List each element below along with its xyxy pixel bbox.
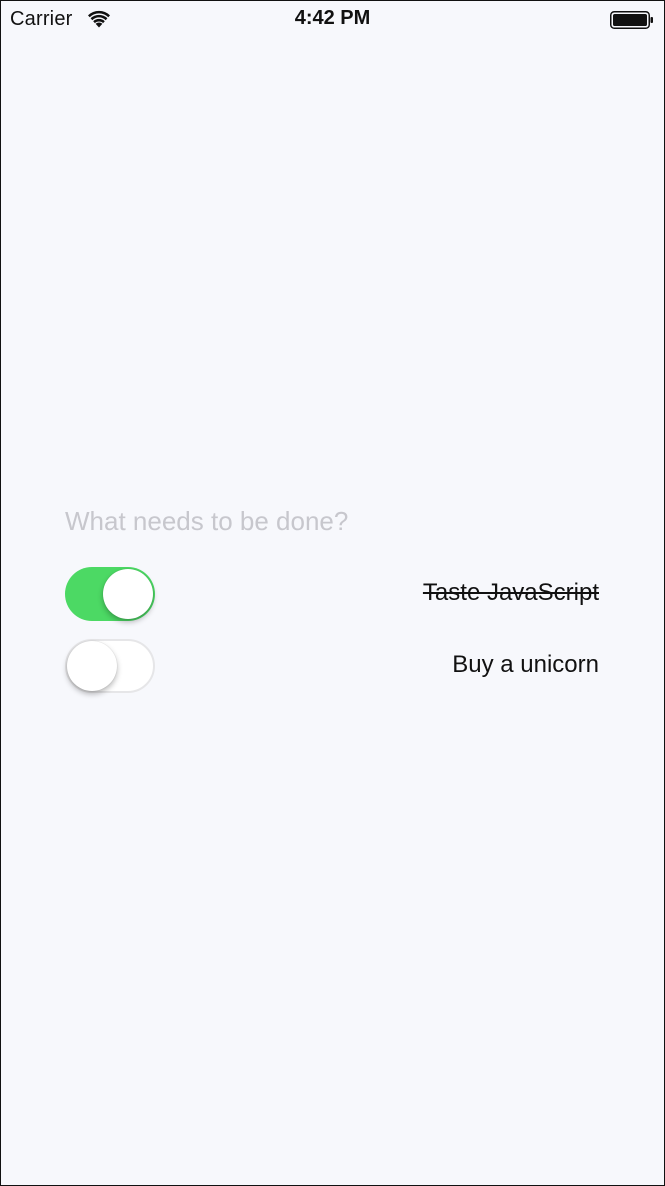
todo-label: Buy a unicorn — [452, 651, 599, 678]
app-screen: Carrier 4:42 PM Taste JavaScript Buy a u… — [0, 0, 665, 1186]
toggle-knob — [67, 641, 117, 691]
status-time: 4:42 PM — [294, 7, 371, 29]
todo-complete-toggle[interactable] — [65, 639, 155, 693]
todo-list: Taste JavaScript Buy a unicorn — [65, 565, 599, 709]
todo-item: Buy a unicorn — [65, 637, 599, 697]
battery-icon — [610, 11, 653, 29]
todo-item: Taste JavaScript — [65, 565, 599, 625]
todo-label: Taste JavaScript — [422, 579, 599, 606]
new-todo-input[interactable] — [65, 501, 605, 541]
toggle-knob — [103, 569, 153, 619]
todo-complete-toggle[interactable] — [65, 567, 155, 621]
status-bar: Carrier 4:42 PM — [1, 1, 664, 39]
